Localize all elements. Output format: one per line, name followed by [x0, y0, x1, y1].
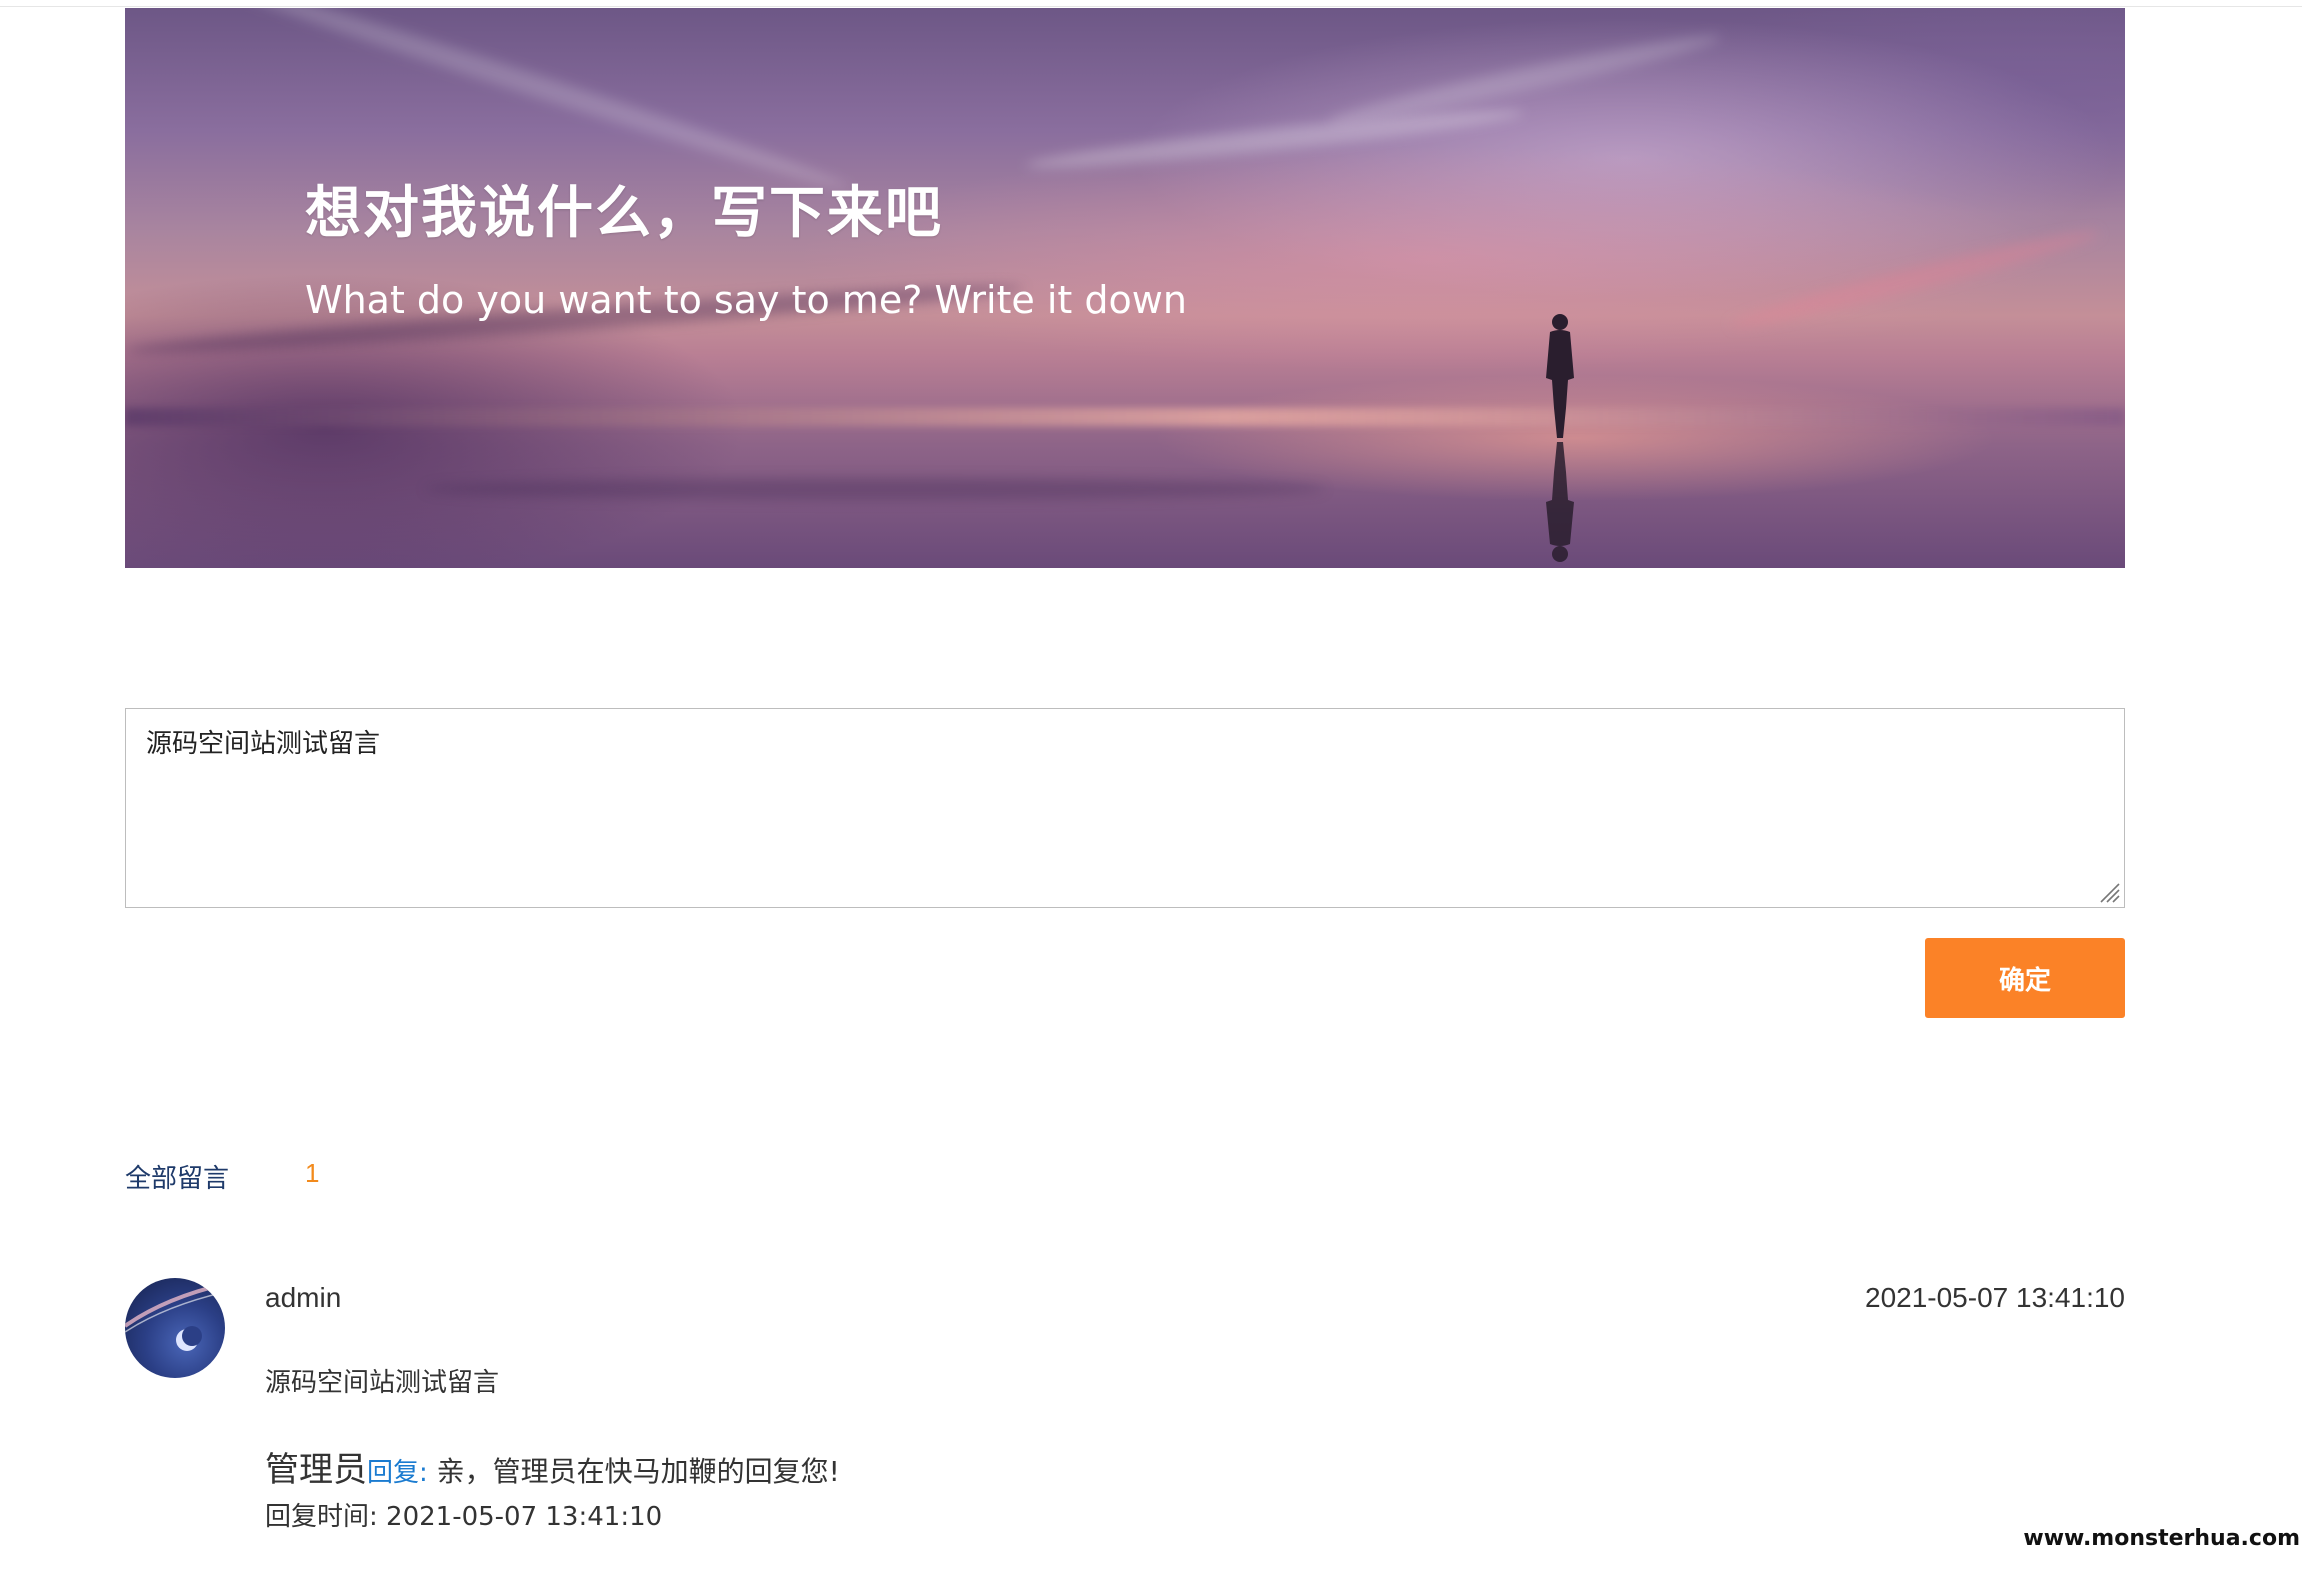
- watermark: www.monsterhua.com: [2023, 1526, 2300, 1551]
- comment-time: 2021-05-07 13:41:10: [1865, 1282, 2125, 1313]
- reply-author: 管理员: [265, 1450, 367, 1490]
- reply-text: 亲，管理员在快马加鞭的回复您!: [427, 1455, 840, 1488]
- all-messages-count: 1: [305, 1158, 320, 1188]
- cloud-streak: [1727, 222, 2103, 336]
- reply-link[interactable]: 回复:: [367, 1458, 428, 1488]
- comment-text: 源码空间站测试留言: [265, 1368, 500, 1398]
- reflection-streak: [425, 478, 1325, 500]
- message-input[interactable]: [125, 708, 2125, 908]
- all-messages-label: 全部留言: [125, 1164, 230, 1194]
- avatar[interactable]: [125, 1278, 225, 1378]
- guestbook-page: 想对我说什么，写下来吧 What do you want to say to m…: [0, 0, 2302, 1570]
- comment-author: admin: [265, 1282, 342, 1313]
- banner-subtitle: What do you want to say to me? Write it …: [305, 278, 1187, 322]
- top-divider: [0, 6, 2302, 7]
- submit-button[interactable]: 确定: [1925, 938, 2125, 1018]
- resize-handle-icon[interactable]: [2097, 880, 2121, 904]
- hero-banner: 想对我说什么，写下来吧 What do you want to say to m…: [125, 8, 2125, 568]
- banner-title: 想对我说什么，写下来吧: [305, 181, 943, 246]
- cloud-streak: [1025, 101, 1525, 177]
- silhouette-figure: [1546, 314, 1574, 562]
- avatar-moon-icon: [125, 1282, 225, 1351]
- cloud-streak: [1327, 26, 1723, 132]
- admin-reply: 管理员回复: 亲，管理员在快马加鞭的回复您!: [265, 1442, 840, 1491]
- horizon-line: [125, 408, 2125, 426]
- reply-time: 回复时间: 2021-05-07 13:41:10: [265, 1502, 663, 1532]
